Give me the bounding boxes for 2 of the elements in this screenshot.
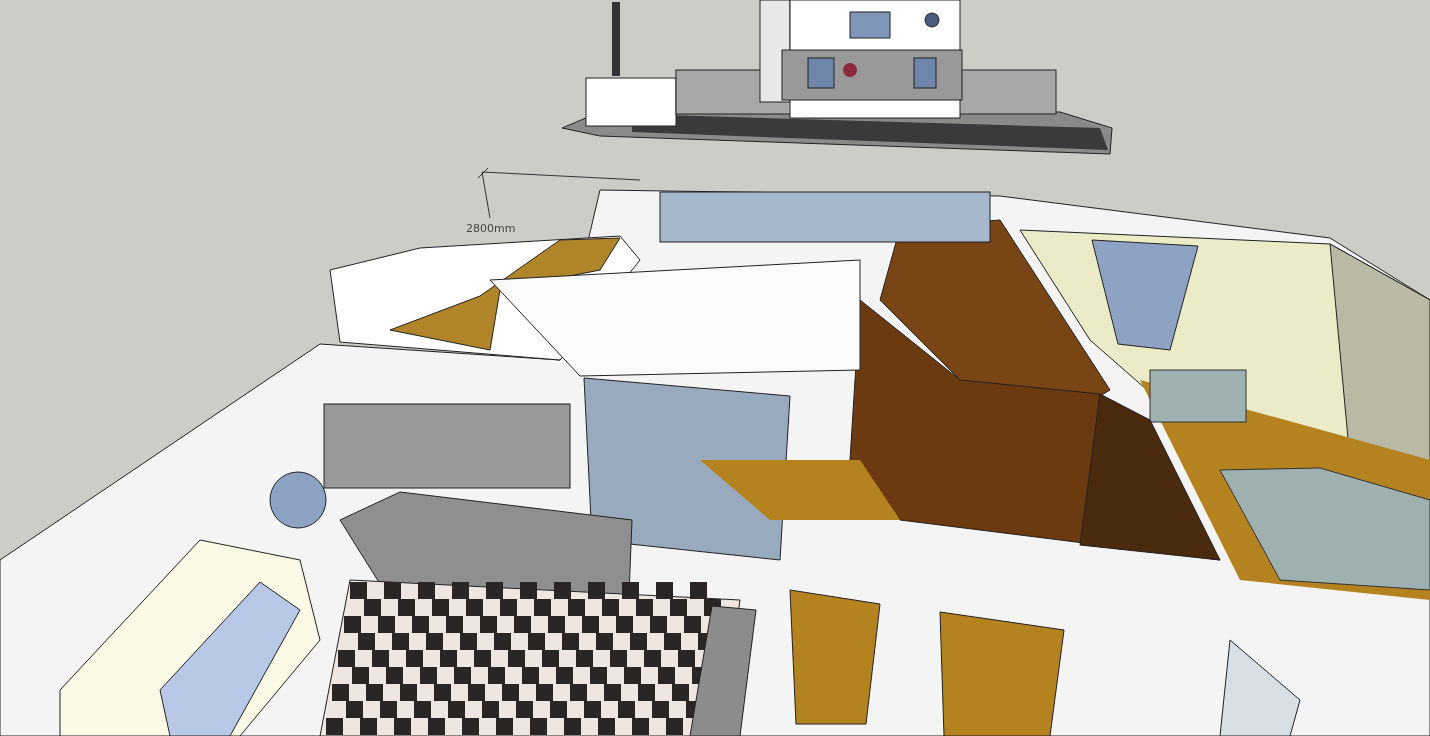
model-viewport[interactable]: 2800mm	[0, 0, 1430, 736]
dimension-label: 2800mm	[466, 222, 516, 235]
